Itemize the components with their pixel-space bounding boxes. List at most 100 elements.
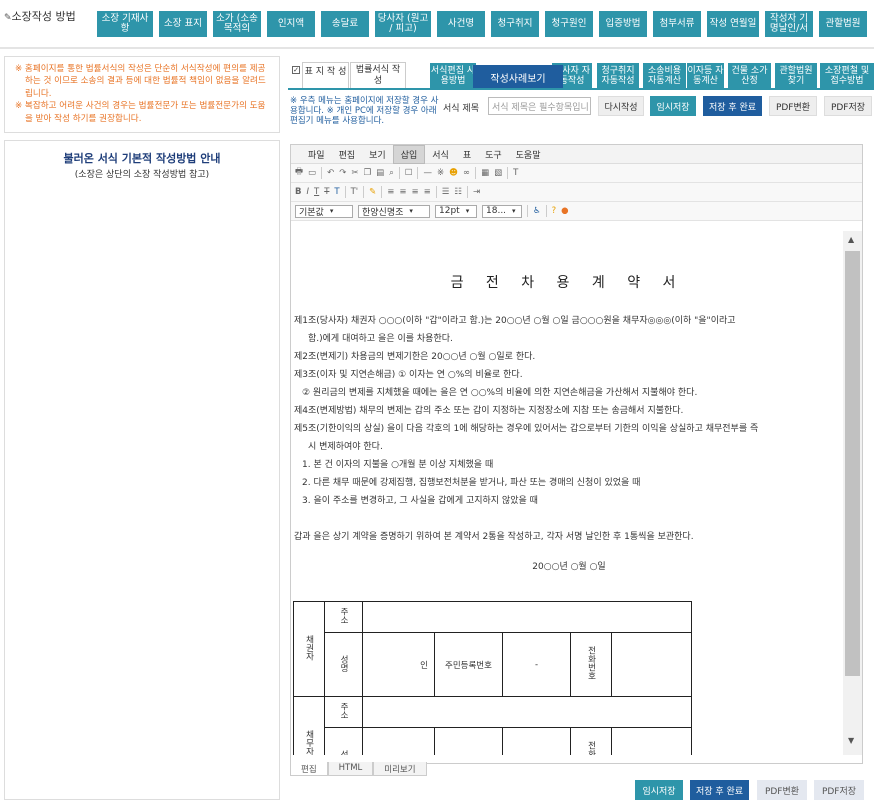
- nav-item[interactable]: 소장 기재사항: [97, 11, 153, 37]
- print-icon[interactable]: 🖶: [295, 166, 303, 180]
- font-select[interactable]: 한양신명조: [358, 204, 430, 218]
- style-select[interactable]: 기본값: [295, 204, 353, 218]
- find-icon[interactable]: ⌕: [389, 168, 394, 178]
- line-height-select[interactable]: 18...: [482, 204, 522, 218]
- text-icon[interactable]: T: [513, 168, 518, 178]
- pdf-save-button[interactable]: PDF저장: [824, 96, 872, 116]
- scroll-down-icon[interactable]: ▼: [848, 736, 854, 745]
- tab-cover[interactable]: 표 지 작 성: [302, 62, 349, 88]
- nav-item[interactable]: 송달료: [321, 11, 369, 37]
- tab-value[interactable]: 건물 소가산정: [728, 63, 771, 89]
- align-right-icon[interactable]: ≡: [412, 187, 419, 197]
- seal-mark: 인: [362, 632, 435, 697]
- nav-item[interactable]: 사건명: [437, 11, 485, 37]
- nav-item[interactable]: 소가 (소송목적의: [213, 11, 261, 37]
- tab-fee[interactable]: 소장편철 및 접수방법: [820, 63, 874, 89]
- hr-icon[interactable]: —: [423, 168, 432, 178]
- nav-item[interactable]: 청구원인: [545, 11, 593, 37]
- justify-icon[interactable]: ≡: [424, 187, 431, 197]
- save-done-button[interactable]: 저장 후 완료: [703, 96, 762, 116]
- paste-icon[interactable]: ▤: [376, 168, 384, 178]
- phone-cell: [611, 727, 692, 755]
- accessibility-icon[interactable]: ♿: [533, 206, 541, 216]
- creditor-label: 채권자: [304, 634, 314, 661]
- menu-file[interactable]: 파일: [301, 146, 332, 163]
- emoji-icon[interactable]: ☻: [449, 168, 458, 178]
- rewrite-button[interactable]: 다시작성: [598, 96, 644, 116]
- strike-icon[interactable]: T: [324, 187, 329, 197]
- nav-item[interactable]: 소장 표지: [159, 11, 207, 37]
- list-icon[interactable]: ☰: [442, 187, 450, 197]
- table-icon[interactable]: ▦: [481, 168, 489, 178]
- tab-usage[interactable]: 서식편집 사용방법: [430, 63, 476, 89]
- align-center-icon[interactable]: ≡: [399, 187, 406, 197]
- info-icon[interactable]: ●: [561, 206, 568, 216]
- image-icon[interactable]: ▧: [494, 168, 502, 178]
- copy-icon[interactable]: ❐: [363, 168, 371, 178]
- tab-court[interactable]: 관할법원 찾기: [775, 63, 817, 89]
- nav-item[interactable]: 작성 연월일: [707, 11, 759, 37]
- menu-view[interactable]: 보기: [362, 146, 393, 163]
- nav-item[interactable]: 인지액: [267, 11, 315, 37]
- cut-icon[interactable]: ✂: [351, 168, 358, 178]
- document-area[interactable]: 금 전 차 용 계 약 서 제1조(당사자) 채권자 ○○○(이하 "갑"이라고…: [291, 231, 844, 755]
- numbered-list-icon[interactable]: ☷: [454, 187, 462, 197]
- menu-tools[interactable]: 도구: [478, 146, 509, 163]
- form-name-input[interactable]: 서식 제목은 필수항목입니: [488, 97, 591, 115]
- rrn-label: 주민등록번호: [434, 632, 503, 697]
- address-cell: [362, 696, 692, 728]
- guide-panel: 불러온 서식 기본적 작성방법 안내 (소장은 상단의 소장 작성방법 참고): [4, 140, 280, 800]
- nav-item[interactable]: 관할법원: [819, 11, 867, 37]
- undo-icon[interactable]: ↶: [327, 168, 334, 178]
- address-label: 주소: [338, 607, 349, 624]
- menu-help[interactable]: 도움말: [509, 146, 548, 163]
- save-done-button-bottom[interactable]: 저장 후 완료: [690, 780, 749, 800]
- nav-item[interactable]: 작성자 기명날인/서: [765, 11, 813, 37]
- pdf-save-button-bottom[interactable]: PDF저장: [814, 780, 864, 800]
- tab-cost[interactable]: 소송비용 자동계산: [643, 63, 686, 89]
- tab-interest[interactable]: 이자등 자동계산: [687, 63, 724, 89]
- tab-form[interactable]: 법률서식 작 성: [350, 62, 406, 88]
- tab-html[interactable]: HTML: [327, 762, 374, 776]
- nav-item[interactable]: 입증방법: [599, 11, 647, 37]
- special-char-icon[interactable]: ※: [437, 168, 444, 178]
- menu-table[interactable]: 표: [456, 146, 478, 163]
- editor: 파일 편집 보기 삽입 서식 표 도구 도움말 🖶 ▭ ↶ ↷ ✂ ❐ ▤ ⌕ ☐ — ※ ☻ ∞ ▦…: [290, 144, 863, 764]
- link-icon[interactable]: ∞: [463, 168, 470, 178]
- case-example-button[interactable]: 작성사례보기: [473, 65, 563, 89]
- name-label: 성명: [339, 750, 349, 756]
- doc-line: 제3조(이자 및 지연손해금) ① 이자는 연 ○%의 비율로 한다.: [294, 370, 523, 380]
- size-select[interactable]: 12pt: [435, 204, 477, 218]
- nav-item[interactable]: 첨부서류: [653, 11, 701, 37]
- italic-icon[interactable]: I: [306, 187, 309, 197]
- checkbox[interactable]: ✓: [292, 66, 300, 74]
- pdf-convert-button[interactable]: PDF변환: [769, 96, 817, 116]
- redo-icon[interactable]: ↷: [339, 168, 346, 178]
- pdf-convert-button-bottom[interactable]: PDF변환: [757, 780, 807, 800]
- temp-save-button[interactable]: 임시저장: [650, 96, 696, 116]
- tab-edit[interactable]: 편집: [290, 762, 328, 776]
- align-left-icon[interactable]: ≡: [387, 187, 394, 197]
- superscript-icon[interactable]: T': [351, 187, 359, 197]
- tab-preview[interactable]: 미리보기: [373, 762, 427, 776]
- temp-save-button-bottom[interactable]: 임시저장: [635, 780, 683, 800]
- doc-line: 시 변제하여야 한다.: [308, 442, 383, 452]
- form-icon: ✎: [4, 13, 12, 23]
- nav-item[interactable]: 청구취지: [491, 11, 539, 37]
- tab-claim[interactable]: 청구취지 자동작성: [597, 63, 639, 89]
- scrollbar[interactable]: ▲ ▼: [843, 231, 862, 755]
- indent-icon[interactable]: ⇥: [473, 187, 480, 197]
- bold-icon[interactable]: B: [295, 187, 301, 197]
- help-icon[interactable]: ?: [552, 206, 557, 216]
- menu-edit[interactable]: 편집: [332, 146, 363, 163]
- underline-icon[interactable]: T: [314, 187, 319, 197]
- preview-icon[interactable]: ▭: [308, 168, 316, 178]
- scroll-up-icon[interactable]: ▲: [848, 235, 854, 244]
- paint-icon[interactable]: ✎: [369, 187, 376, 197]
- font-color-icon[interactable]: T: [334, 187, 339, 197]
- scroll-thumb[interactable]: [845, 251, 860, 676]
- box-icon[interactable]: ☐: [405, 168, 413, 178]
- nav-item[interactable]: 당사자 (원고 / 피고): [375, 11, 431, 37]
- menu-insert[interactable]: 삽입: [392, 144, 426, 164]
- menu-format[interactable]: 서식: [425, 146, 456, 163]
